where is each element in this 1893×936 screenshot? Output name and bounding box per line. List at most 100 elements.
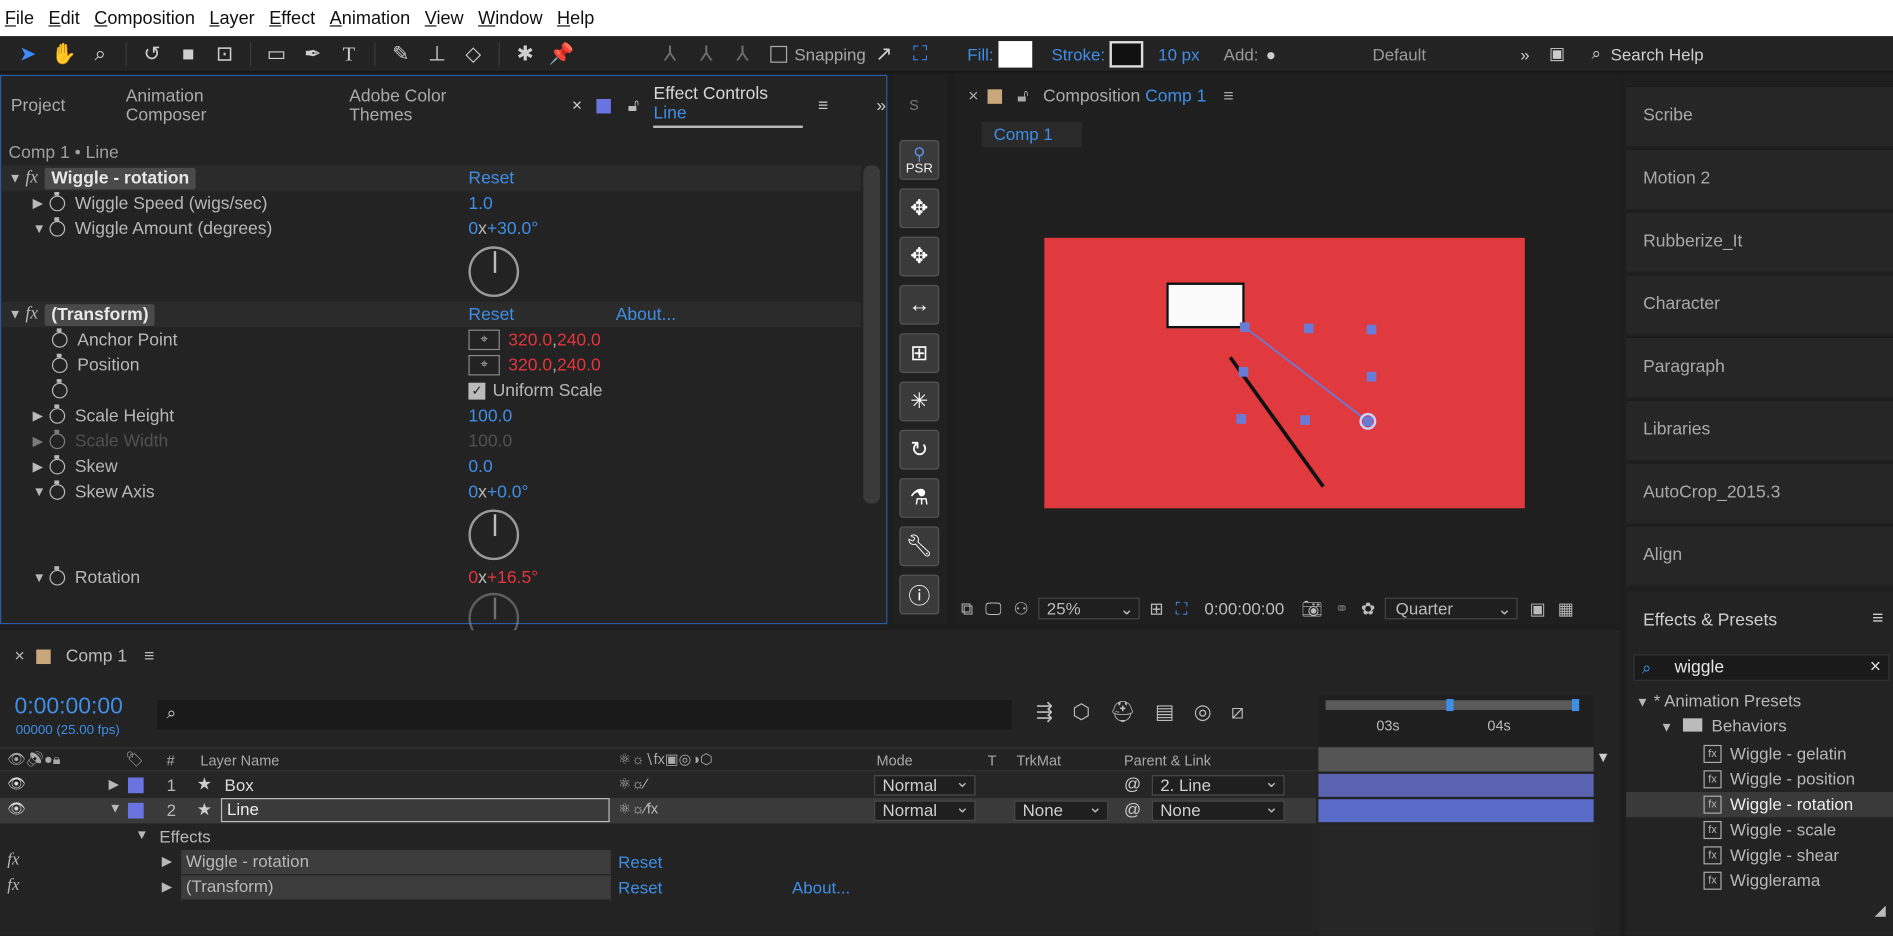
snap-options-icon[interactable]: ↗ bbox=[866, 38, 902, 69]
effect-reset-link[interactable]: Reset bbox=[618, 878, 662, 897]
stroke-width-value[interactable]: 10 px bbox=[1158, 44, 1199, 63]
effect-about-link[interactable]: About... bbox=[792, 878, 850, 897]
world-axis-icon[interactable]: ⅄ bbox=[688, 38, 724, 69]
clone-stamp-tool-icon[interactable]: ⊥ bbox=[419, 38, 455, 69]
skew-value[interactable]: 0.0 bbox=[468, 457, 492, 476]
expand-triangle-icon[interactable]: ▼ bbox=[33, 485, 50, 499]
rectangle-tool-icon[interactable]: ▭ bbox=[258, 38, 294, 69]
add-button-icon[interactable]: ● bbox=[1266, 44, 1276, 63]
effect-controls-scrollbar[interactable] bbox=[863, 165, 881, 504]
roto-brush-tool-icon[interactable]: ✱ bbox=[507, 38, 543, 69]
panel-character[interactable]: Character bbox=[1626, 274, 1893, 335]
layer-bar-box[interactable] bbox=[1318, 773, 1594, 797]
scale-height-value[interactable]: 100.0 bbox=[468, 406, 512, 425]
composition-canvas[interactable] bbox=[1044, 237, 1525, 509]
panel-menu-icon[interactable]: ≡ bbox=[144, 647, 154, 666]
monitor-icon[interactable]: 🖵︎ bbox=[985, 598, 1001, 619]
pan-behind-tool-icon[interactable]: ⊡ bbox=[206, 38, 242, 69]
eraser-tool-icon[interactable]: ◇ bbox=[455, 38, 491, 69]
label-color-swatch[interactable] bbox=[127, 777, 144, 794]
stopwatch-icon[interactable] bbox=[49, 191, 66, 212]
menu-layer[interactable]: Layer bbox=[209, 8, 254, 29]
pen-tool-icon[interactable]: ✒ bbox=[295, 38, 331, 69]
composition-title-comp[interactable]: Comp 1 bbox=[1145, 87, 1206, 106]
panel-align[interactable]: Align bbox=[1626, 525, 1893, 586]
effects-search-value[interactable]: wiggle bbox=[1675, 658, 1725, 677]
skew-axis-revolutions[interactable]: 0 bbox=[468, 482, 478, 501]
panel-motion-2[interactable]: Motion 2 bbox=[1626, 148, 1893, 209]
psr-button[interactable]: ⚲ PSR bbox=[899, 140, 940, 180]
timeline-comp-tab[interactable]: Comp 1 bbox=[66, 647, 127, 666]
layer-row-box[interactable]: 👁︎ ▶ 1 ★ Box ⚛☼∕ Normal @ 2. Line bbox=[0, 773, 1316, 799]
expand-triangle-icon[interactable]: ▼ bbox=[1636, 695, 1649, 709]
work-area-end-handle[interactable] bbox=[1571, 699, 1580, 712]
expand-triangle-icon[interactable]: ▼ bbox=[1660, 721, 1673, 735]
panel-scribe[interactable]: Scribe bbox=[1626, 85, 1893, 147]
frame-blending-icon[interactable]: ▤ bbox=[1155, 700, 1174, 724]
rotate-button[interactable]: ↻ bbox=[899, 429, 940, 470]
stopwatch-icon[interactable] bbox=[49, 566, 66, 586]
close-tab-icon[interactable]: × bbox=[968, 87, 978, 106]
flask-button[interactable]: ⚗ bbox=[899, 478, 940, 518]
label-header-icon[interactable]: 🏷︎ bbox=[126, 751, 144, 768]
snap-edges-icon[interactable]: ⛶ bbox=[902, 38, 938, 69]
menu-help[interactable]: Help bbox=[557, 8, 594, 29]
fill-swatch[interactable] bbox=[998, 40, 1033, 68]
snapshot-icon[interactable]: 📷︎ bbox=[1301, 598, 1322, 619]
panel-menu-icon[interactable]: ≡ bbox=[1872, 608, 1883, 630]
angle-dial[interactable] bbox=[468, 246, 520, 297]
move-anchor-button[interactable]: ✥ bbox=[899, 188, 940, 229]
fx-icon[interactable]: fx bbox=[25, 304, 38, 325]
parent-dropdown[interactable]: 2. Line bbox=[1151, 773, 1285, 796]
tree-animation-presets[interactable]: ▼ * Animation Presets bbox=[1636, 691, 1801, 710]
preset-item[interactable]: fx Wiggle - position bbox=[1626, 767, 1893, 792]
panel-autocrop[interactable]: AutoCrop_2015.3 bbox=[1626, 462, 1893, 523]
wiggle-amount-revolutions[interactable]: 0 bbox=[468, 219, 478, 238]
snapping-checkbox[interactable] bbox=[770, 45, 788, 63]
effect-name-transform[interactable]: (Transform) bbox=[45, 303, 155, 326]
lock-icon[interactable]: 🔓︎ bbox=[1017, 87, 1028, 106]
crosshair-icon[interactable]: ⌖ bbox=[468, 329, 500, 351]
info-button[interactable]: ⓘ bbox=[899, 574, 940, 615]
graph-editor-icon[interactable]: ⧄ bbox=[1231, 700, 1244, 724]
comp-viewer-tab[interactable]: Comp 1 bbox=[981, 121, 1082, 148]
position-y-value[interactable]: 240.0 bbox=[557, 356, 601, 375]
mode-dropdown[interactable]: Normal bbox=[874, 798, 976, 821]
tab-project[interactable]: Project bbox=[11, 97, 65, 116]
expand-triangle-icon[interactable]: ▶ bbox=[162, 879, 172, 894]
preset-item[interactable]: fx Wiggle - rotation bbox=[1626, 791, 1893, 818]
about-transform-link[interactable]: About... bbox=[616, 305, 676, 324]
fx-icon[interactable]: fx bbox=[7, 876, 19, 895]
panel-menu-icon[interactable]: ≡ bbox=[818, 97, 828, 116]
stopwatch-icon[interactable] bbox=[51, 353, 68, 374]
stopwatch-icon[interactable] bbox=[49, 404, 66, 424]
stopwatch-icon[interactable] bbox=[51, 328, 68, 348]
parent-dropdown[interactable]: None bbox=[1151, 798, 1285, 821]
skew-axis-degrees[interactable]: +0.0 bbox=[487, 482, 522, 501]
effect-header-transform[interactable]: ▼ fx (Transform) Reset About... bbox=[1, 301, 861, 328]
effect-name[interactable]: (Transform) bbox=[181, 875, 611, 900]
selection-tool-icon[interactable]: ➤ bbox=[10, 38, 46, 69]
eye-icon[interactable]: 👁︎ bbox=[7, 775, 25, 792]
channels-icon[interactable]: ✿ bbox=[1361, 598, 1375, 619]
uniform-scale-checkbox[interactable]: ✓ bbox=[468, 382, 486, 400]
position-x-value[interactable]: 320.0 bbox=[508, 356, 552, 375]
current-time-display[interactable]: 0:00:00:00 bbox=[1204, 599, 1284, 618]
expand-triangle-icon[interactable]: ▶ bbox=[162, 854, 172, 869]
mode-dropdown[interactable]: Normal bbox=[874, 773, 976, 796]
layer-switches[interactable]: ⚛☼∕ bbox=[618, 775, 647, 792]
pickwhip-icon[interactable]: @ bbox=[1124, 774, 1141, 793]
menu-composition[interactable]: Composition bbox=[94, 8, 195, 29]
preset-item[interactable]: fx Wiggle - scale bbox=[1626, 817, 1893, 842]
preset-item[interactable]: fx Wigglerama bbox=[1626, 868, 1893, 893]
tab-effect-controls[interactable]: Effect Controls Line bbox=[653, 85, 804, 128]
mask-visibility-icon[interactable]: ⚇ bbox=[1014, 598, 1029, 619]
menu-view[interactable]: View bbox=[425, 8, 464, 29]
timeline-current-time[interactable]: 0:00:00:00 bbox=[14, 694, 122, 721]
fill-label[interactable]: Fill: bbox=[967, 44, 993, 63]
local-axis-icon[interactable]: ⅄ bbox=[652, 38, 688, 69]
sync-settings-icon[interactable]: ▣ bbox=[1549, 43, 1565, 64]
stroke-label[interactable]: Stroke: bbox=[1052, 44, 1106, 63]
layer-name[interactable]: Line bbox=[220, 798, 610, 823]
puppet-pin-tool-icon[interactable]: 📌 bbox=[543, 38, 579, 69]
